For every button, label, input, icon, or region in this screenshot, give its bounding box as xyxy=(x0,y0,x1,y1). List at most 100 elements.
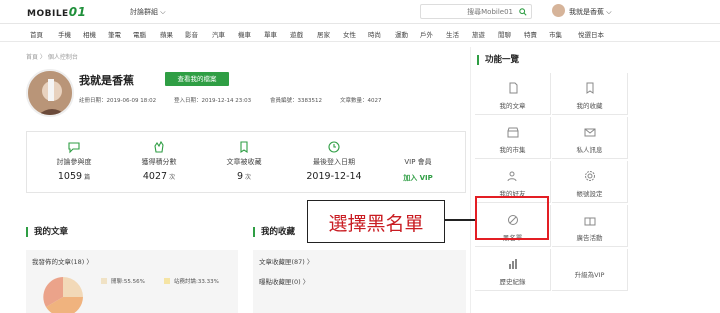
nav-item[interactable]: 居家 xyxy=(317,29,330,39)
nav-item[interactable]: 特賣 xyxy=(524,29,537,39)
nav-item[interactable]: 汽車 xyxy=(212,29,225,39)
avatar xyxy=(552,4,565,17)
callout-text: 選擇黑名單 xyxy=(328,213,424,235)
forum-group-menu[interactable]: 討論群組 ⌵ xyxy=(130,7,166,17)
friends-icon xyxy=(507,171,517,182)
nav-item[interactable]: 遊戲 xyxy=(290,29,303,39)
bookmark-icon xyxy=(586,82,594,94)
sidebar-item-1[interactable]: 我的文章 xyxy=(475,73,551,115)
sidebar-item-label: 我的文章 xyxy=(499,102,526,110)
bookmark-icon xyxy=(240,141,248,154)
nav-item[interactable]: 市集 xyxy=(549,29,562,39)
nav-item[interactable]: 電腦 xyxy=(133,29,146,39)
bar-chart-icon xyxy=(509,259,517,269)
document-icon xyxy=(509,82,518,94)
callout-box: 選擇黑名單 xyxy=(307,200,445,243)
legend-label: 閒聊:55.56% xyxy=(111,279,145,285)
legend-label: 站務討論:33.33% xyxy=(174,279,219,285)
join-vip-link[interactable]: 加入 VIP xyxy=(383,173,453,183)
category-nav: 首頁 手機 相機 筆電 電腦 蘋果 影音 汽車 機車 單車 遊戲 居家 女性 時尚 運動 戶外 生活 旅遊 閒聊 特賣… xyxy=(0,25,720,42)
stat-favorited[interactable]: 文章被收藏 9次 xyxy=(209,140,279,182)
sidebar-item-4[interactable]: 私人訊息 xyxy=(552,117,628,159)
stat-label: 最後登入日期 xyxy=(313,158,355,166)
callout-pointer xyxy=(445,219,475,221)
mail-icon xyxy=(584,128,596,137)
sidebar-item-label: 升級為VIP xyxy=(574,271,605,279)
header-username: 我就是香蕉 ⌵ xyxy=(569,8,612,16)
stat-vip: VIP 會員 加入 VIP xyxy=(383,154,453,183)
sidebar-item-label: 我的收藏 xyxy=(576,102,603,110)
sidebar-item-label: 廣告活動 xyxy=(576,234,603,242)
article-favorites-link[interactable]: 文章收藏匣(87) 〉 xyxy=(259,256,313,266)
chat-bubble-icon xyxy=(68,142,80,154)
legend-swatch xyxy=(164,278,170,284)
sidebar-item-label: 帳號設定 xyxy=(576,190,603,198)
nav-item[interactable]: 蘋果 xyxy=(160,29,173,39)
gear-icon xyxy=(585,171,595,181)
nav-item[interactable]: 手機 xyxy=(58,29,71,39)
top-header: MOBILE01 討論群組 ⌵ 我就是香蕉 ⌵ xyxy=(0,0,720,24)
nav-item[interactable]: 筆電 xyxy=(108,29,121,39)
sidebar-item-label: 歷史紀錄 xyxy=(499,278,526,286)
nav-item[interactable]: 機車 xyxy=(238,29,251,39)
my-articles-panel: 我發佈的文章(18) 〉 閒聊:55.56% 站務討論:33.33% xyxy=(26,250,238,313)
clap-hands-icon xyxy=(154,140,164,153)
sidebar-item-10[interactable]: 升級為VIP xyxy=(552,249,628,291)
search-icon[interactable] xyxy=(519,8,527,16)
forum-menu-label: 討論群組 xyxy=(130,8,158,16)
stat-label: 文章被收藏 xyxy=(226,158,262,166)
stat-participation[interactable]: 討論參與度 1059 篇 xyxy=(39,140,109,182)
sidebar-title: 功能一覽 xyxy=(477,55,519,65)
nav-item[interactable]: 生活 xyxy=(446,29,459,39)
stat-value: 1059 篇 xyxy=(57,171,91,182)
nav-item[interactable]: 悅選日本 xyxy=(578,29,604,39)
sidebar-item-2[interactable]: 我的收藏 xyxy=(552,73,628,115)
nav-item[interactable]: 旅遊 xyxy=(472,29,485,39)
gift-icon xyxy=(584,217,596,226)
sidebar-item-label: 我的市集 xyxy=(499,146,526,154)
logo-text: MOBILE xyxy=(27,9,69,19)
stat-value: 9次 xyxy=(236,171,252,182)
sidebar-item-label: 私人訊息 xyxy=(576,146,603,154)
search-input[interactable] xyxy=(423,6,513,17)
nav-item[interactable]: 女性 xyxy=(343,29,356,39)
profile-avatar xyxy=(26,69,74,117)
nav-item[interactable]: 閒聊 xyxy=(498,29,511,39)
nav-item[interactable]: 時尚 xyxy=(368,29,381,39)
my-articles-title: 我的文章 xyxy=(26,227,68,237)
article-count: 文章數量：4027 xyxy=(340,98,382,104)
sidebar-item-9[interactable]: 歷史紀錄 xyxy=(475,249,551,291)
site-logo[interactable]: MOBILE01 xyxy=(27,5,86,19)
my-favorites-title: 我的收藏 xyxy=(253,227,295,237)
published-articles-link[interactable]: 我發佈的文章(18) 〉 xyxy=(32,256,93,266)
nav-item[interactable]: 單車 xyxy=(264,29,277,39)
avatar-image xyxy=(28,71,72,115)
sidebar-item-6[interactable]: 帳號設定 xyxy=(552,161,628,203)
register-date: 註冊日期：2019-06-09 18:02 xyxy=(79,98,157,104)
stats-panel: 討論參與度 1059 篇 獲得積分數 4027 次 文章被收藏 9次 最後登入日期 … xyxy=(26,131,466,193)
breadcrumb[interactable]: 首頁 〉 個人控制台 xyxy=(26,52,78,61)
sidebar-item-3[interactable]: 我的市集 xyxy=(475,117,551,159)
search-box[interactable] xyxy=(420,4,532,19)
blacklist-highlight xyxy=(475,196,549,240)
stat-label: VIP 會員 xyxy=(404,158,432,166)
article-pie-chart xyxy=(43,277,83,313)
nav-item[interactable]: 影音 xyxy=(185,29,198,39)
chevron-down-icon: ⌵ xyxy=(160,8,166,16)
main-content: 首頁 〉 個人控制台 我就是香蕉 查看我的檔案 註冊日期：2019-06-09 … xyxy=(22,47,468,313)
nav-item[interactable]: 相機 xyxy=(83,29,96,39)
legend-swatch xyxy=(101,278,107,284)
nav-item[interactable]: 運動 xyxy=(395,29,408,39)
logo-suffix: 01 xyxy=(68,5,87,19)
member-id: 會員編號：3383512 xyxy=(270,98,322,104)
login-date: 登入日期：2019-12-14 23:03 xyxy=(174,98,252,104)
stat-points[interactable]: 獲得積分數 4027 次 xyxy=(124,140,194,182)
view-profile-button[interactable]: 查看我的檔案 xyxy=(165,72,229,86)
sidebar-item-8[interactable]: 廣告活動 xyxy=(552,205,628,247)
stat-value: 4027 次 xyxy=(142,171,176,182)
stat-label: 討論參與度 xyxy=(56,158,92,166)
my-favorites-panel: 文章收藏匣(87) 〉 曝點收藏匣(0) 〉 xyxy=(253,250,466,313)
nav-item[interactable]: 首頁 xyxy=(30,29,43,39)
nav-item[interactable]: 戶外 xyxy=(420,29,433,39)
store-favorites-link[interactable]: 曝點收藏匣(0) 〉 xyxy=(259,276,309,286)
